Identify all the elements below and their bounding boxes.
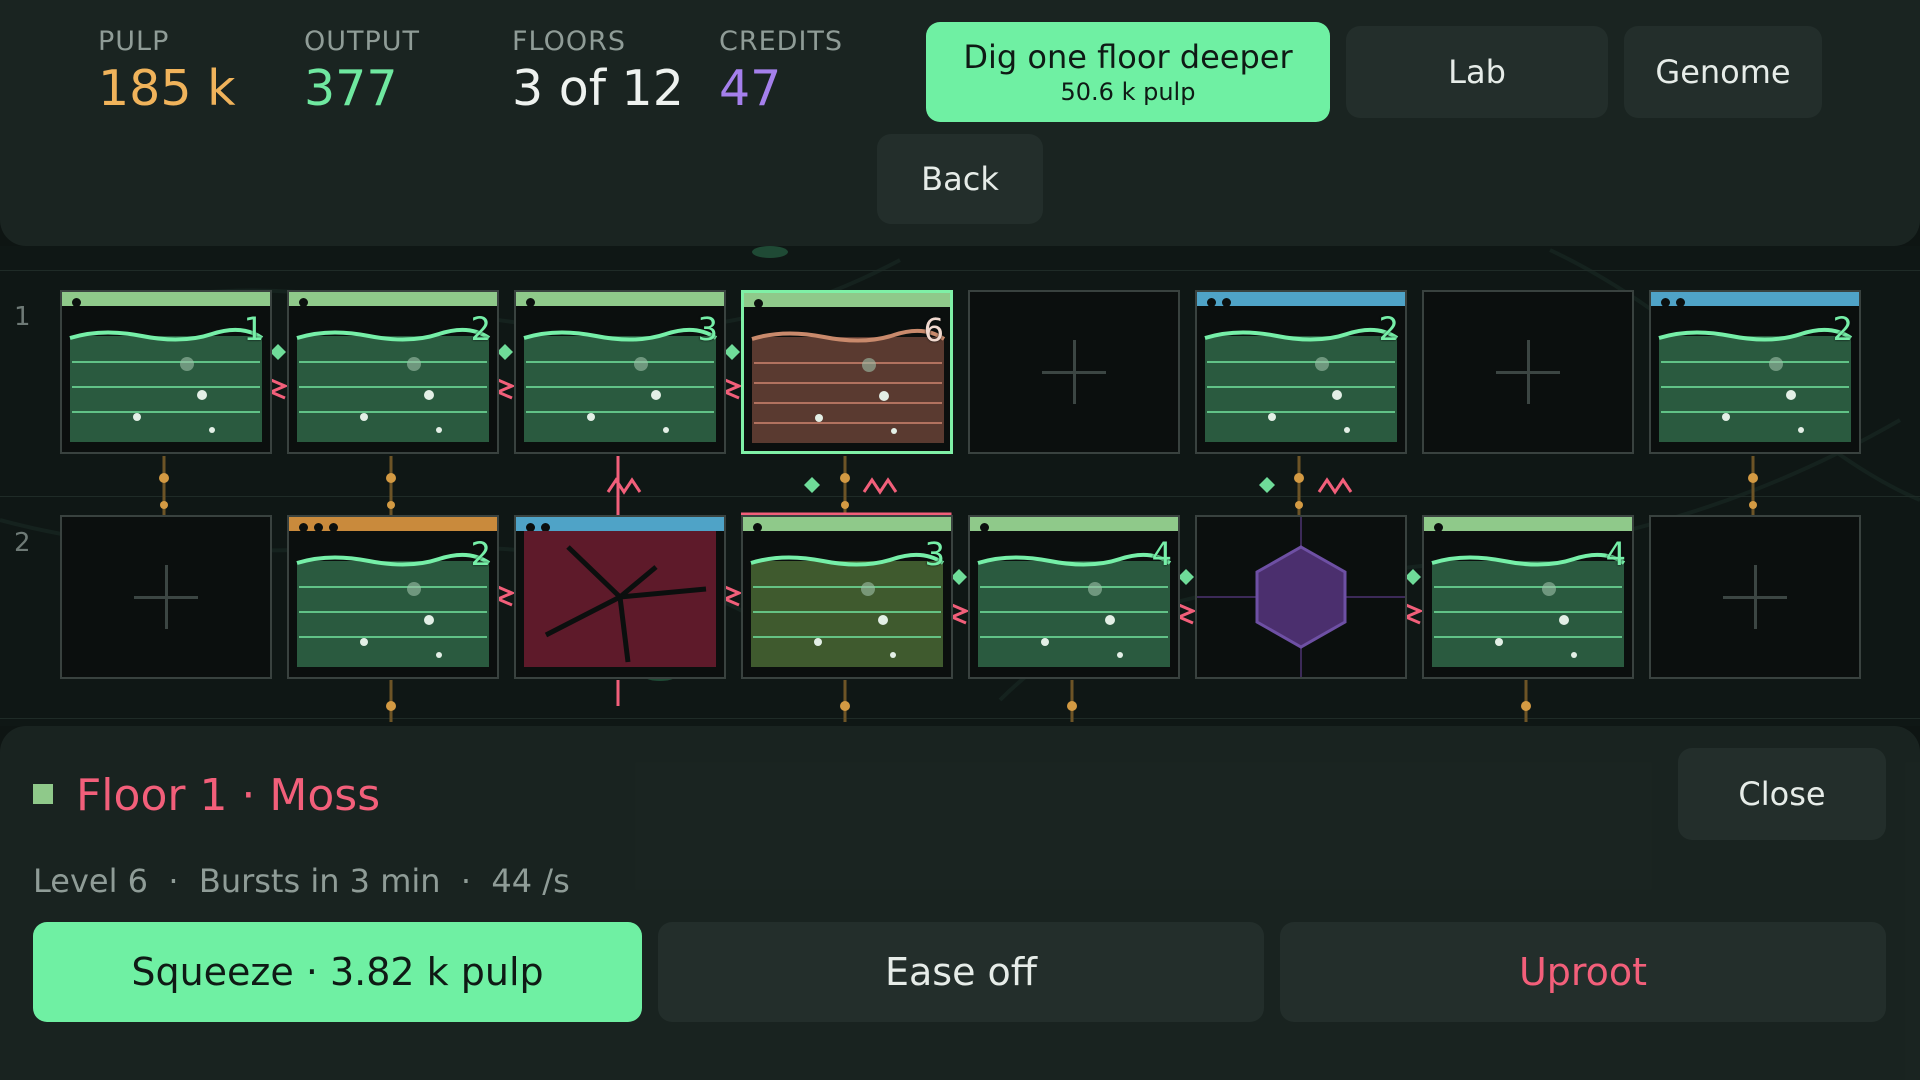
- floor-tile-r1-c2[interactable]: 2: [287, 290, 499, 454]
- tile-level: 6: [923, 311, 944, 349]
- tile-level: 4: [1605, 535, 1626, 573]
- void-hexagon-icon: [1197, 517, 1405, 677]
- row-number-1: 1: [14, 302, 31, 332]
- dig-deeper-button[interactable]: Dig one floor deeper 50.6 k pulp: [926, 22, 1330, 122]
- pulp-value: 185 k: [98, 60, 236, 117]
- floors-value: 3 of 12: [512, 60, 684, 117]
- moss-plot-icon: [1431, 552, 1626, 667]
- floors-label: FLOORS: [512, 26, 627, 57]
- lab-button[interactable]: Lab: [1346, 26, 1608, 118]
- pulp-label: PULP: [98, 26, 170, 57]
- moss-plot-icon: [296, 327, 491, 442]
- dig-deeper-cost: 50.6 k pulp: [1060, 78, 1196, 106]
- close-button[interactable]: Close: [1678, 748, 1886, 840]
- rot-crack-icon: [524, 531, 716, 667]
- floor-title: Floor 1 · Moss: [76, 770, 381, 821]
- floor-tile-r2-c6[interactable]: [1195, 515, 1407, 679]
- tile-level: 2: [470, 310, 491, 348]
- output-stat: OUTPUT 377: [304, 26, 420, 114]
- floor-tile-r2-c4[interactable]: 3: [741, 515, 953, 679]
- output-value: 377: [304, 60, 398, 117]
- floor-color-swatch: [33, 784, 53, 804]
- tile-level: 3: [697, 310, 718, 348]
- plus-icon: [1042, 340, 1106, 404]
- floor-tile-r1-c1[interactable]: 1: [60, 290, 272, 454]
- floor-tile-r1-c4[interactable]: 6: [741, 290, 953, 454]
- moss-plot-icon: [296, 552, 491, 667]
- tile-level: 2: [1378, 310, 1399, 348]
- tile-level: 4: [1151, 535, 1172, 573]
- floor-tile-r2-c7[interactable]: 4: [1422, 515, 1634, 679]
- plus-icon: [134, 565, 198, 629]
- plus-icon: [1723, 565, 1787, 629]
- back-button[interactable]: Back: [877, 134, 1043, 224]
- tile-level: 3: [924, 535, 945, 573]
- moss-plot-icon: [1658, 327, 1853, 442]
- floor-tile-r1-c7[interactable]: [1422, 290, 1634, 454]
- floor-tile-r1-c8[interactable]: 2: [1649, 290, 1861, 454]
- ease-off-button[interactable]: Ease off: [658, 922, 1264, 1022]
- dig-deeper-label: Dig one floor deeper: [963, 38, 1293, 76]
- pulp-stat: PULP 185 k: [98, 26, 235, 114]
- squeeze-button[interactable]: Squeeze · 3.82 k pulp: [33, 922, 642, 1022]
- moss-plot-icon: [69, 327, 264, 442]
- floor-tile-r2-c5[interactable]: 4: [968, 515, 1180, 679]
- floor-tile-r2-c8[interactable]: [1649, 515, 1861, 679]
- moss-plot-icon: [750, 552, 945, 667]
- floor-tile-r1-c5[interactable]: [968, 290, 1180, 454]
- top-bar: PULP 185 k OUTPUT 377 FLOORS 3 of 12 CRE…: [0, 0, 1920, 246]
- floor-tile-r2-c1[interactable]: [60, 515, 272, 679]
- floors-stat: FLOORS 3 of 12: [512, 26, 684, 114]
- floor-tile-r2-c3[interactable]: [514, 515, 726, 679]
- genome-button[interactable]: Genome: [1624, 26, 1822, 118]
- credits-label: CREDITS: [719, 26, 844, 57]
- credits-value: 47: [719, 60, 782, 117]
- floor-tile-r1-c6[interactable]: 2: [1195, 290, 1407, 454]
- floor-tile-r1-c3[interactable]: 3: [514, 290, 726, 454]
- moss-plot-icon: [523, 327, 718, 442]
- uproot-button[interactable]: Uproot: [1280, 922, 1886, 1022]
- tile-level: 2: [470, 535, 491, 573]
- soil-plot-icon: [751, 328, 946, 443]
- plus-icon: [1496, 340, 1560, 404]
- row-number-2: 2: [14, 528, 31, 558]
- credits-stat: CREDITS 47: [719, 26, 843, 114]
- floor-meta: Level 6 · Bursts in 3 min · 44 /s: [33, 862, 570, 900]
- tile-level: 1: [243, 310, 264, 348]
- tile-level: 2: [1832, 310, 1853, 348]
- floor-tile-r2-c2[interactable]: 2: [287, 515, 499, 679]
- moss-plot-icon: [977, 552, 1172, 667]
- output-label: OUTPUT: [304, 26, 421, 57]
- moss-plot-icon: [1204, 327, 1399, 442]
- floor-detail-panel: Floor 1 · Moss Level 6 · Bursts in 3 min…: [0, 726, 1920, 1080]
